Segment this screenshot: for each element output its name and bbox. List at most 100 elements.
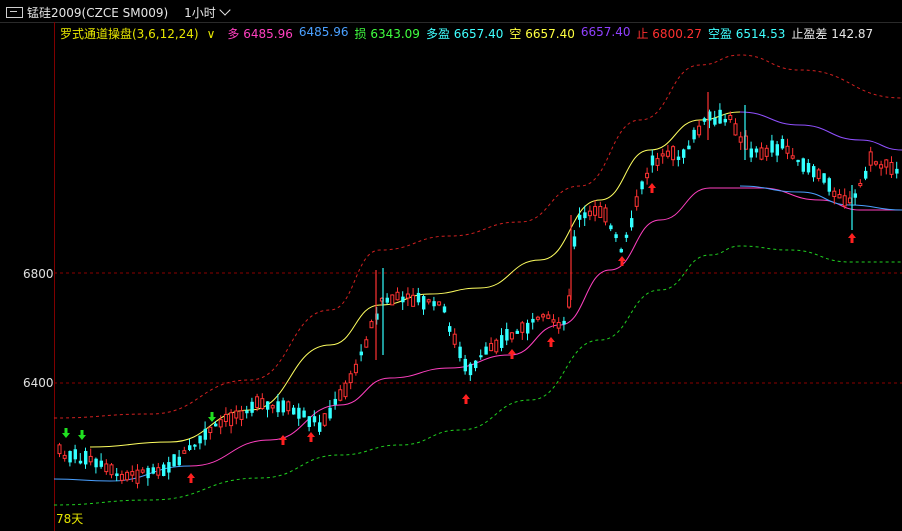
candle-body bbox=[208, 426, 213, 434]
candle-body bbox=[718, 109, 722, 124]
symbol-label: 锰硅2009(CZCE SM009) bbox=[27, 5, 169, 20]
candle-body bbox=[697, 125, 702, 136]
candle-body bbox=[733, 123, 738, 136]
candle-body bbox=[214, 423, 218, 427]
candle-body bbox=[146, 467, 150, 479]
candle-body bbox=[182, 450, 187, 454]
days-count: 78天 bbox=[56, 512, 84, 526]
candle-body bbox=[682, 149, 686, 158]
candle-body bbox=[895, 168, 899, 174]
candle-body bbox=[650, 155, 655, 166]
candle-body bbox=[500, 335, 504, 348]
candle-body bbox=[432, 301, 436, 307]
candle-body bbox=[879, 164, 884, 169]
candle-body bbox=[593, 206, 598, 216]
candle-body bbox=[723, 118, 727, 123]
candle-body bbox=[94, 458, 98, 468]
candle-body bbox=[135, 469, 140, 484]
candle-body bbox=[868, 151, 873, 166]
candle-body bbox=[702, 118, 707, 122]
legend-item: 止 6800.27 bbox=[636, 27, 702, 41]
buy-arrow bbox=[547, 337, 555, 347]
candle-body bbox=[505, 329, 509, 341]
candle-body bbox=[78, 460, 83, 464]
candle-body bbox=[676, 156, 681, 161]
candle-body bbox=[297, 407, 301, 419]
candle-body bbox=[198, 435, 202, 444]
buy-arrow bbox=[618, 256, 626, 266]
candle-body bbox=[634, 196, 639, 207]
candle-body bbox=[463, 358, 467, 372]
candle-body bbox=[842, 195, 847, 207]
candlesticks bbox=[57, 92, 899, 489]
candle-body bbox=[858, 182, 863, 187]
short-line-ext bbox=[739, 111, 902, 151]
sell-arrow bbox=[208, 412, 216, 422]
candle-body bbox=[468, 363, 473, 376]
candle-body bbox=[790, 155, 795, 159]
candle-body bbox=[889, 161, 894, 175]
candle-body bbox=[671, 146, 676, 161]
candle-body bbox=[474, 360, 478, 369]
candle-body bbox=[572, 236, 577, 247]
candle-body bbox=[57, 444, 62, 455]
candle-body bbox=[598, 205, 603, 218]
indicator-name[interactable]: 罗式通道操盘(3,6,12,24) ∨ bbox=[60, 25, 221, 42]
candle-body bbox=[426, 299, 431, 303]
candle-body bbox=[130, 471, 135, 476]
candle-body bbox=[442, 306, 447, 313]
candle-body bbox=[583, 212, 587, 219]
candle-body bbox=[270, 405, 275, 409]
candle-body bbox=[234, 410, 239, 419]
candle-body bbox=[88, 455, 93, 463]
candle-body bbox=[526, 322, 530, 334]
candle-body bbox=[759, 147, 764, 160]
symbol-selector[interactable]: 锰硅2009(CZCE SM009) 1小时 bbox=[6, 4, 231, 21]
legend-item: 多 6485.96 bbox=[227, 27, 293, 41]
candle-body bbox=[328, 407, 332, 419]
contract-icon bbox=[6, 6, 23, 18]
candle-body bbox=[343, 382, 348, 398]
price-chart[interactable] bbox=[0, 22, 902, 531]
toolbar: 锰硅2009(CZCE SM009) 1小时 bbox=[0, 0, 902, 23]
candle-body bbox=[125, 471, 130, 481]
candle-body bbox=[411, 294, 416, 307]
channel-lines bbox=[53, 54, 902, 506]
candle-body bbox=[281, 400, 285, 413]
candle-body bbox=[567, 295, 572, 308]
candle-body bbox=[307, 416, 311, 427]
buy-arrow bbox=[462, 394, 470, 404]
candle-body bbox=[266, 401, 270, 410]
candle-body bbox=[770, 140, 774, 153]
candle-body bbox=[660, 153, 665, 157]
candle-body bbox=[749, 148, 753, 158]
candle-body bbox=[401, 296, 405, 303]
candle-body bbox=[853, 193, 857, 198]
candle-body bbox=[172, 454, 176, 467]
candle-body bbox=[494, 339, 499, 353]
legend-item: 空 6657.40 bbox=[509, 27, 575, 41]
short-line bbox=[89, 111, 741, 448]
candle-body bbox=[624, 234, 629, 238]
candle-body bbox=[318, 422, 322, 432]
candle-body bbox=[531, 318, 535, 323]
candle-body bbox=[535, 316, 540, 320]
candle-body bbox=[645, 172, 650, 179]
candle-body bbox=[827, 178, 831, 192]
candle-body bbox=[422, 296, 426, 310]
candle-body bbox=[322, 413, 327, 426]
period-select[interactable]: 1小时 bbox=[184, 4, 231, 21]
candle-body bbox=[884, 159, 889, 168]
candle-body bbox=[193, 444, 197, 447]
candle-body bbox=[359, 351, 363, 356]
candle-body bbox=[151, 467, 155, 474]
candle-body bbox=[292, 407, 296, 415]
candle-body bbox=[140, 469, 145, 473]
candle-body bbox=[348, 373, 353, 384]
candle-body bbox=[115, 473, 119, 477]
candle-body bbox=[119, 473, 124, 481]
candle-body bbox=[687, 145, 691, 150]
candle-body bbox=[223, 413, 228, 422]
candle-body bbox=[104, 463, 109, 473]
candle-body bbox=[260, 398, 265, 410]
